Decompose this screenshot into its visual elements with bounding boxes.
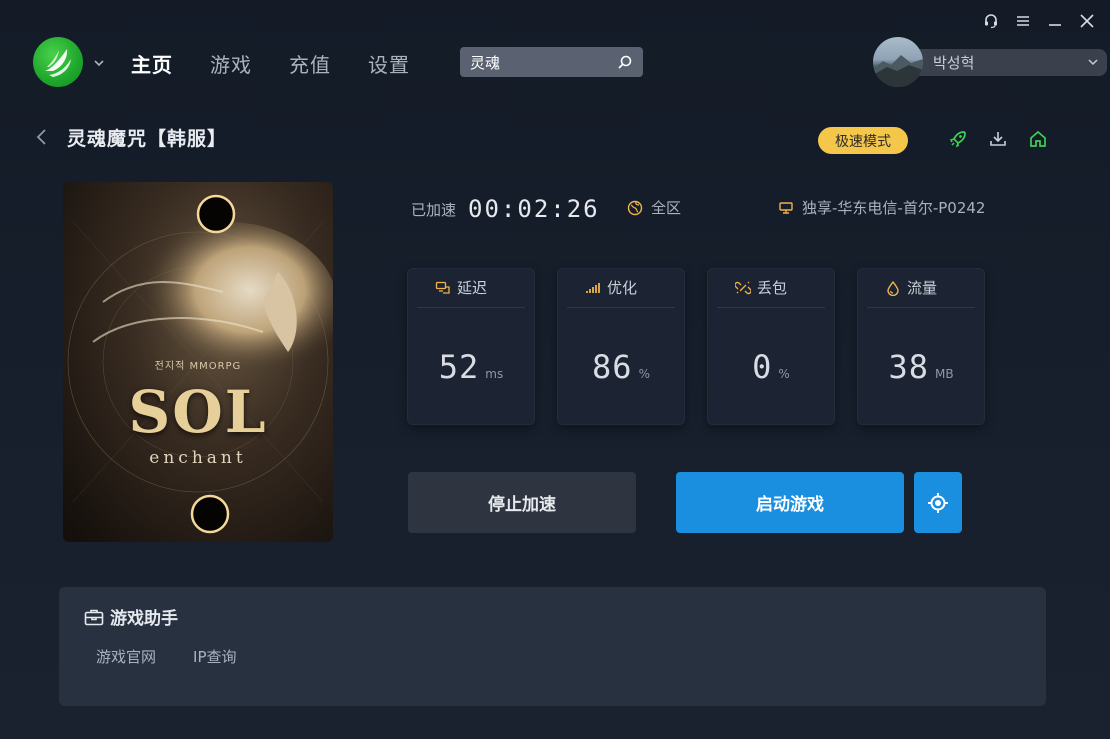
stat-card-latency: 延迟 52 ms [407,268,535,425]
official-site-link[interactable]: 游戏官网 [96,646,156,667]
crosshair-icon [928,492,948,513]
user-menu[interactable]: 박성혁 [873,37,1107,87]
minimize-icon[interactable] [1046,12,1064,30]
poster-subtitle: enchant [149,448,247,468]
user-dropdown[interactable]: 박성혁 [903,48,1107,76]
stat-card-traffic: 流量 38 MB [857,268,985,425]
server-label: 独享-华东电信-首尔-P0242 [802,199,986,217]
stat-unit: ms [485,367,504,381]
rocket-icon[interactable] [948,129,968,149]
stat-label: 优化 [607,279,638,297]
region-selector[interactable]: 全区 [627,197,681,218]
stats-cards: 延迟 52 ms 优化 86 % 丢包 0 % 流量 38 MB [407,268,985,425]
chevron-down-icon[interactable] [92,55,106,69]
stat-unit: MB [934,367,954,381]
home-icon[interactable] [1028,129,1048,149]
page-title: 灵魂魔咒【韩服】 [67,128,228,150]
server-icon [779,201,793,214]
app-logo [33,37,83,87]
signal-icon [586,282,600,293]
stat-label: 流量 [907,279,938,297]
assistant-links: 游戏官网 IP查询 [96,646,237,667]
title-actions [948,129,1048,149]
drop-icon [887,280,899,296]
avatar[interactable] [873,37,923,87]
acceleration-status: 已加速 00:02:26 [411,195,600,223]
stat-unit: % [638,367,650,381]
launch-game-button[interactable]: 启动游戏 [676,472,904,533]
headset-icon[interactable] [982,12,1000,30]
search-box [460,47,643,77]
locate-button[interactable] [914,472,962,533]
stat-value: 52 [438,348,480,386]
nav-item-recharge[interactable]: 充值 [289,49,331,78]
poster-tagline: 전지적 MMORPG [154,361,242,372]
speed-mode-badge[interactable]: 极速模式 [818,127,908,154]
broken-link-icon [735,281,751,294]
chevron-down-icon [1088,59,1098,66]
acceleration-timer: 00:02:26 [468,195,600,223]
stop-acceleration-button[interactable]: 停止加速 [408,472,636,533]
stat-label: 延迟 [457,279,488,297]
window-controls [982,12,1096,30]
ip-lookup-link[interactable]: IP查询 [193,646,236,667]
globe-icon [627,200,643,215]
nav-item-settings[interactable]: 设置 [368,49,410,78]
search-input[interactable] [470,53,610,71]
accelerated-label: 已加速 [411,200,457,219]
search-icon[interactable] [617,54,633,70]
back-icon[interactable] [35,128,49,146]
server-selector[interactable]: 独享-华东电信-首尔-P0242 [778,197,985,218]
stat-value: 38 [888,348,929,386]
assistant-header: 游戏助手 [84,604,178,629]
stat-value: 86 [592,348,633,386]
menu-icon[interactable] [1014,12,1032,30]
stat-value: 0 [752,348,773,386]
stat-card-packet-loss: 丢包 0 % [707,268,835,425]
game-poster: 전지적 MMORPG SOL enchant [63,182,333,542]
assistant-title: 游戏助手 [110,609,178,629]
stat-unit: % [778,367,790,381]
region-label: 全区 [651,199,682,217]
game-assistant-panel: 游戏助手 游戏官网 IP查询 [59,587,1046,706]
nav-item-games[interactable]: 游戏 [210,49,252,78]
close-icon[interactable] [1078,12,1096,30]
download-icon[interactable] [988,129,1008,149]
poster-logo: SOL [128,378,268,446]
latency-icon [435,281,450,294]
nav-item-home[interactable]: 主页 [131,49,173,78]
main-nav: 主页 游戏 充值 设置 [131,49,410,78]
stat-label: 丢包 [757,279,788,297]
toolbox-icon [84,609,104,625]
user-name: 박성혁 [933,53,975,72]
stat-card-optimization: 优化 86 % [557,268,685,425]
